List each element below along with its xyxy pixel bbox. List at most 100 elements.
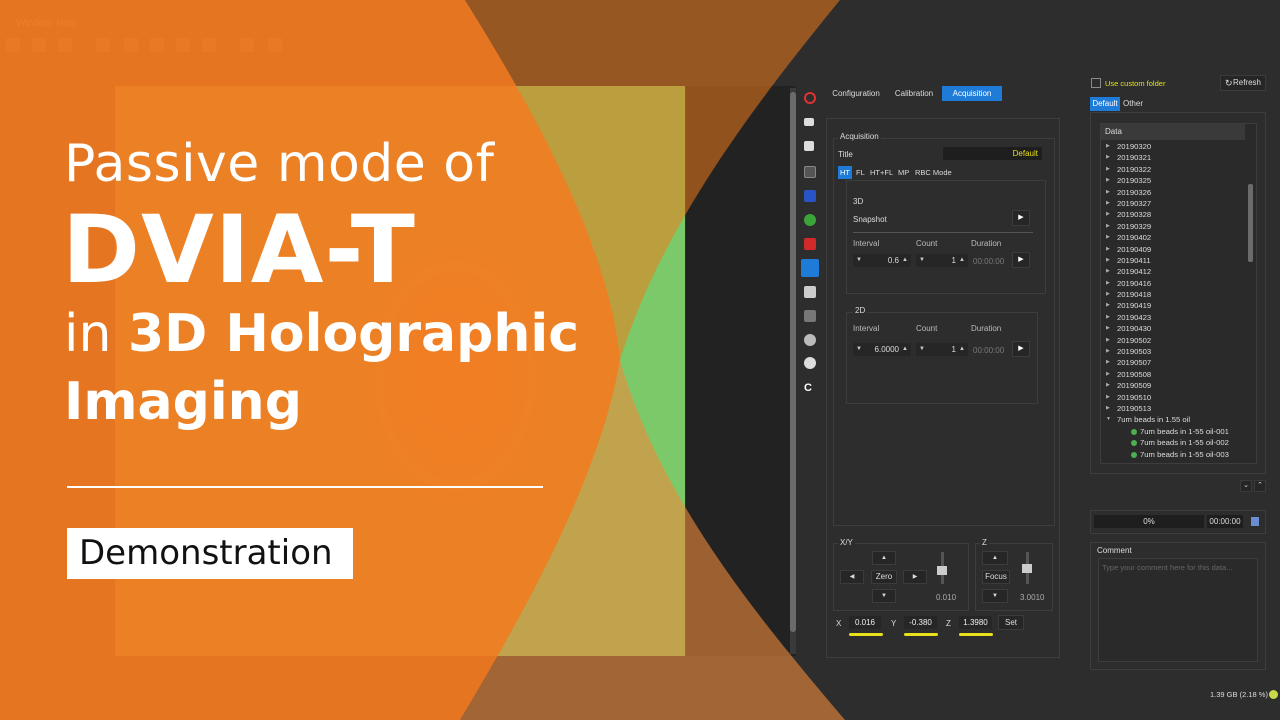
- tab-rbc-mode[interactable]: RBC Mode: [913, 166, 954, 179]
- tab-default[interactable]: Default: [1090, 97, 1120, 111]
- snapshot-play-button[interactable]: ▶: [1012, 210, 1030, 226]
- tree-folder-item[interactable]: ▶ 20190423: [1101, 312, 1245, 323]
- chevron-right-icon[interactable]: ▶: [1106, 175, 1110, 186]
- start-2d-button[interactable]: ▶: [1012, 341, 1030, 357]
- chevron-right-icon[interactable]: ▶: [1106, 266, 1110, 277]
- z-step-slider[interactable]: [1022, 552, 1032, 584]
- tree-folder-item[interactable]: ▶ 20190322: [1101, 164, 1245, 175]
- chevron-up-icon[interactable]: ▲: [902, 254, 908, 267]
- tab-acquisition[interactable]: Acquisition: [942, 86, 1002, 101]
- tab-fl[interactable]: FL: [854, 166, 867, 179]
- comment-input[interactable]: Type your comment here for this data...: [1098, 558, 1258, 662]
- c-icon[interactable]: C: [804, 382, 816, 394]
- menu-window[interactable]: Window: [16, 18, 52, 29]
- set-button[interactable]: Set: [998, 615, 1024, 630]
- tree-folder-item[interactable]: ▶ 20190416: [1101, 278, 1245, 289]
- menu-help[interactable]: Help: [56, 18, 77, 29]
- tree-folder-item[interactable]: ▶ 20190503: [1101, 346, 1245, 357]
- tab-mp[interactable]: MP: [896, 166, 911, 179]
- chevron-down-icon[interactable]: ▼: [919, 343, 925, 356]
- chevron-right-icon[interactable]: ▶: [1106, 357, 1110, 368]
- chevron-up-icon[interactable]: ▲: [959, 343, 965, 356]
- z-up-button[interactable]: ▲: [982, 551, 1008, 565]
- z-down-button[interactable]: ▼: [982, 589, 1008, 603]
- tree-folder-item[interactable]: ▶ 20190409: [1101, 244, 1245, 255]
- zero-button[interactable]: Zero: [871, 570, 897, 584]
- start-3d-button[interactable]: ▶: [1012, 252, 1030, 268]
- brightfield-icon[interactable]: [804, 166, 816, 178]
- chevron-right-icon[interactable]: ▶: [1106, 198, 1110, 209]
- move-down-button[interactable]: ▼: [872, 589, 896, 603]
- chevron-right-icon[interactable]: ▶: [1106, 346, 1110, 357]
- gear-icon[interactable]: [804, 357, 816, 369]
- tree-folder-item[interactable]: ▶ 20190513: [1101, 403, 1245, 414]
- camera-icon[interactable]: [804, 118, 814, 126]
- tree-folder-item[interactable]: ▶ 20190328: [1101, 209, 1245, 220]
- tree-folder-item[interactable]: ▶ 20190326: [1101, 187, 1245, 198]
- tree-scrollbar[interactable]: [1246, 124, 1256, 463]
- y-coordinate-field[interactable]: -0.380: [904, 616, 937, 629]
- chevron-right-icon[interactable]: ▶: [1106, 141, 1110, 152]
- chevron-right-icon[interactable]: ▶: [1106, 187, 1110, 198]
- filter-icon[interactable]: [804, 310, 816, 322]
- tree-folder-item[interactable]: ▶ 20190510: [1101, 392, 1245, 403]
- move-right-button[interactable]: ▶: [903, 570, 927, 584]
- chevron-down-icon[interactable]: ▼: [1106, 414, 1111, 425]
- z-coordinate-field[interactable]: 1.3980: [959, 616, 992, 629]
- refresh-button[interactable]: ↻ Refresh: [1220, 75, 1266, 91]
- export-icon[interactable]: [202, 38, 216, 52]
- tab-ht[interactable]: HT: [838, 166, 852, 179]
- custom-folder-checkbox[interactable]: [1091, 78, 1101, 88]
- chevron-right-icon[interactable]: ▶: [1106, 244, 1110, 255]
- chevron-up-icon[interactable]: ▲: [902, 343, 908, 356]
- tree-folder-item[interactable]: ▶ 20190411: [1101, 255, 1245, 266]
- slider-knob[interactable]: [937, 566, 947, 575]
- chevron-right-icon[interactable]: ▶: [1106, 335, 1110, 346]
- chevron-right-icon[interactable]: ▶: [1106, 300, 1110, 311]
- tree-folder-item[interactable]: ▶ 20190418: [1101, 289, 1245, 300]
- move-left-button[interactable]: ◀: [840, 570, 864, 584]
- upload-icon[interactable]: [32, 38, 46, 52]
- tree-folder-item[interactable]: ▶ 20190412: [1101, 266, 1245, 277]
- interval-3d-stepper[interactable]: ▼ 0.6 ▲: [853, 254, 911, 267]
- power-icon[interactable]: [804, 92, 816, 104]
- save-icon[interactable]: [176, 38, 190, 52]
- chevron-right-icon[interactable]: ▶: [1106, 369, 1110, 380]
- chevron-right-icon[interactable]: ▶: [1106, 392, 1110, 403]
- expand-all-button[interactable]: ⌃: [1254, 480, 1266, 492]
- tree-folder-item[interactable]: ▶ 20190329: [1101, 221, 1245, 232]
- tree-folder-item[interactable]: ▶ 20190320: [1101, 141, 1245, 152]
- tree-folder-item[interactable]: ▶ 20190507: [1101, 357, 1245, 368]
- tree-folder-item[interactable]: ▶ 20190419: [1101, 300, 1245, 311]
- tree-child-item[interactable]: 7um beads in 1-55 oil-001: [1101, 426, 1245, 437]
- interval-2d-stepper[interactable]: ▼ 6.0000 ▲: [853, 343, 911, 356]
- lens-icon[interactable]: [804, 334, 816, 346]
- red-channel-icon[interactable]: [804, 238, 816, 250]
- ht-mode-icon[interactable]: [801, 259, 819, 277]
- stamp-icon[interactable]: [268, 38, 282, 52]
- viewer-scrollbar[interactable]: [790, 88, 796, 654]
- chevron-down-icon[interactable]: ▼: [919, 254, 925, 267]
- white-light-icon[interactable]: [804, 286, 816, 298]
- chevron-right-icon[interactable]: ▶: [1106, 289, 1110, 300]
- chevron-right-icon[interactable]: ▶: [1106, 152, 1110, 163]
- chevron-right-icon[interactable]: ▶: [1106, 403, 1110, 414]
- tree-folder-item[interactable]: ▶ 20190430: [1101, 323, 1245, 334]
- chevron-right-icon[interactable]: ▶: [1106, 232, 1110, 243]
- chevron-right-icon[interactable]: ▶: [1106, 312, 1110, 323]
- trash-icon[interactable]: [58, 38, 72, 52]
- tree-child-item[interactable]: 7um beads in 1-55 oil-003: [1101, 449, 1245, 460]
- chevron-right-icon[interactable]: ▶: [1106, 323, 1110, 334]
- tab-calibration[interactable]: Calibration: [888, 86, 940, 101]
- move-up-button[interactable]: ▲: [872, 551, 896, 565]
- chevron-up-icon[interactable]: ▲: [959, 254, 965, 267]
- slider-knob[interactable]: [1022, 564, 1032, 573]
- xy-step-slider[interactable]: [937, 552, 947, 584]
- chevron-right-icon[interactable]: ▶: [1106, 209, 1110, 220]
- tab-other[interactable]: Other: [1120, 97, 1146, 111]
- x-coordinate-field[interactable]: 0.016: [849, 616, 881, 629]
- blue-channel-icon[interactable]: [804, 190, 816, 202]
- hologram-viewer[interactable]: [115, 86, 685, 656]
- chevron-right-icon[interactable]: ▶: [1106, 255, 1110, 266]
- chevron-right-icon[interactable]: ▶: [1106, 278, 1110, 289]
